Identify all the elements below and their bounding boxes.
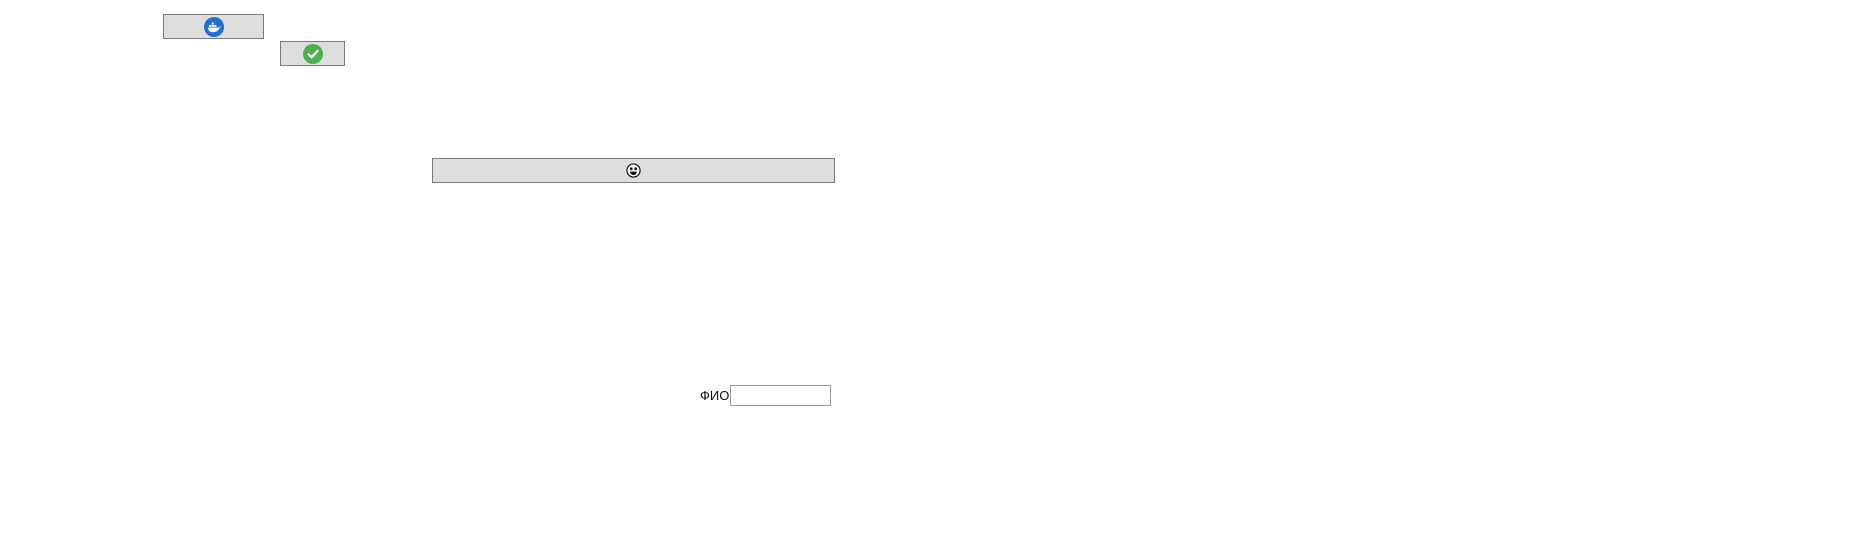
page-canvas: ФИО: [0, 0, 1870, 558]
docker-button[interactable]: [163, 14, 264, 39]
green-checkmark-icon: [302, 43, 323, 64]
confirm-button[interactable]: [280, 41, 345, 66]
fio-input[interactable]: [730, 385, 832, 406]
docker-whale-icon: [203, 16, 224, 37]
emoji-button[interactable]: [432, 158, 835, 183]
fio-field-row: ФИО: [700, 385, 832, 406]
smiley-emoji-icon: [626, 163, 641, 178]
fio-label: ФИО: [700, 388, 730, 403]
